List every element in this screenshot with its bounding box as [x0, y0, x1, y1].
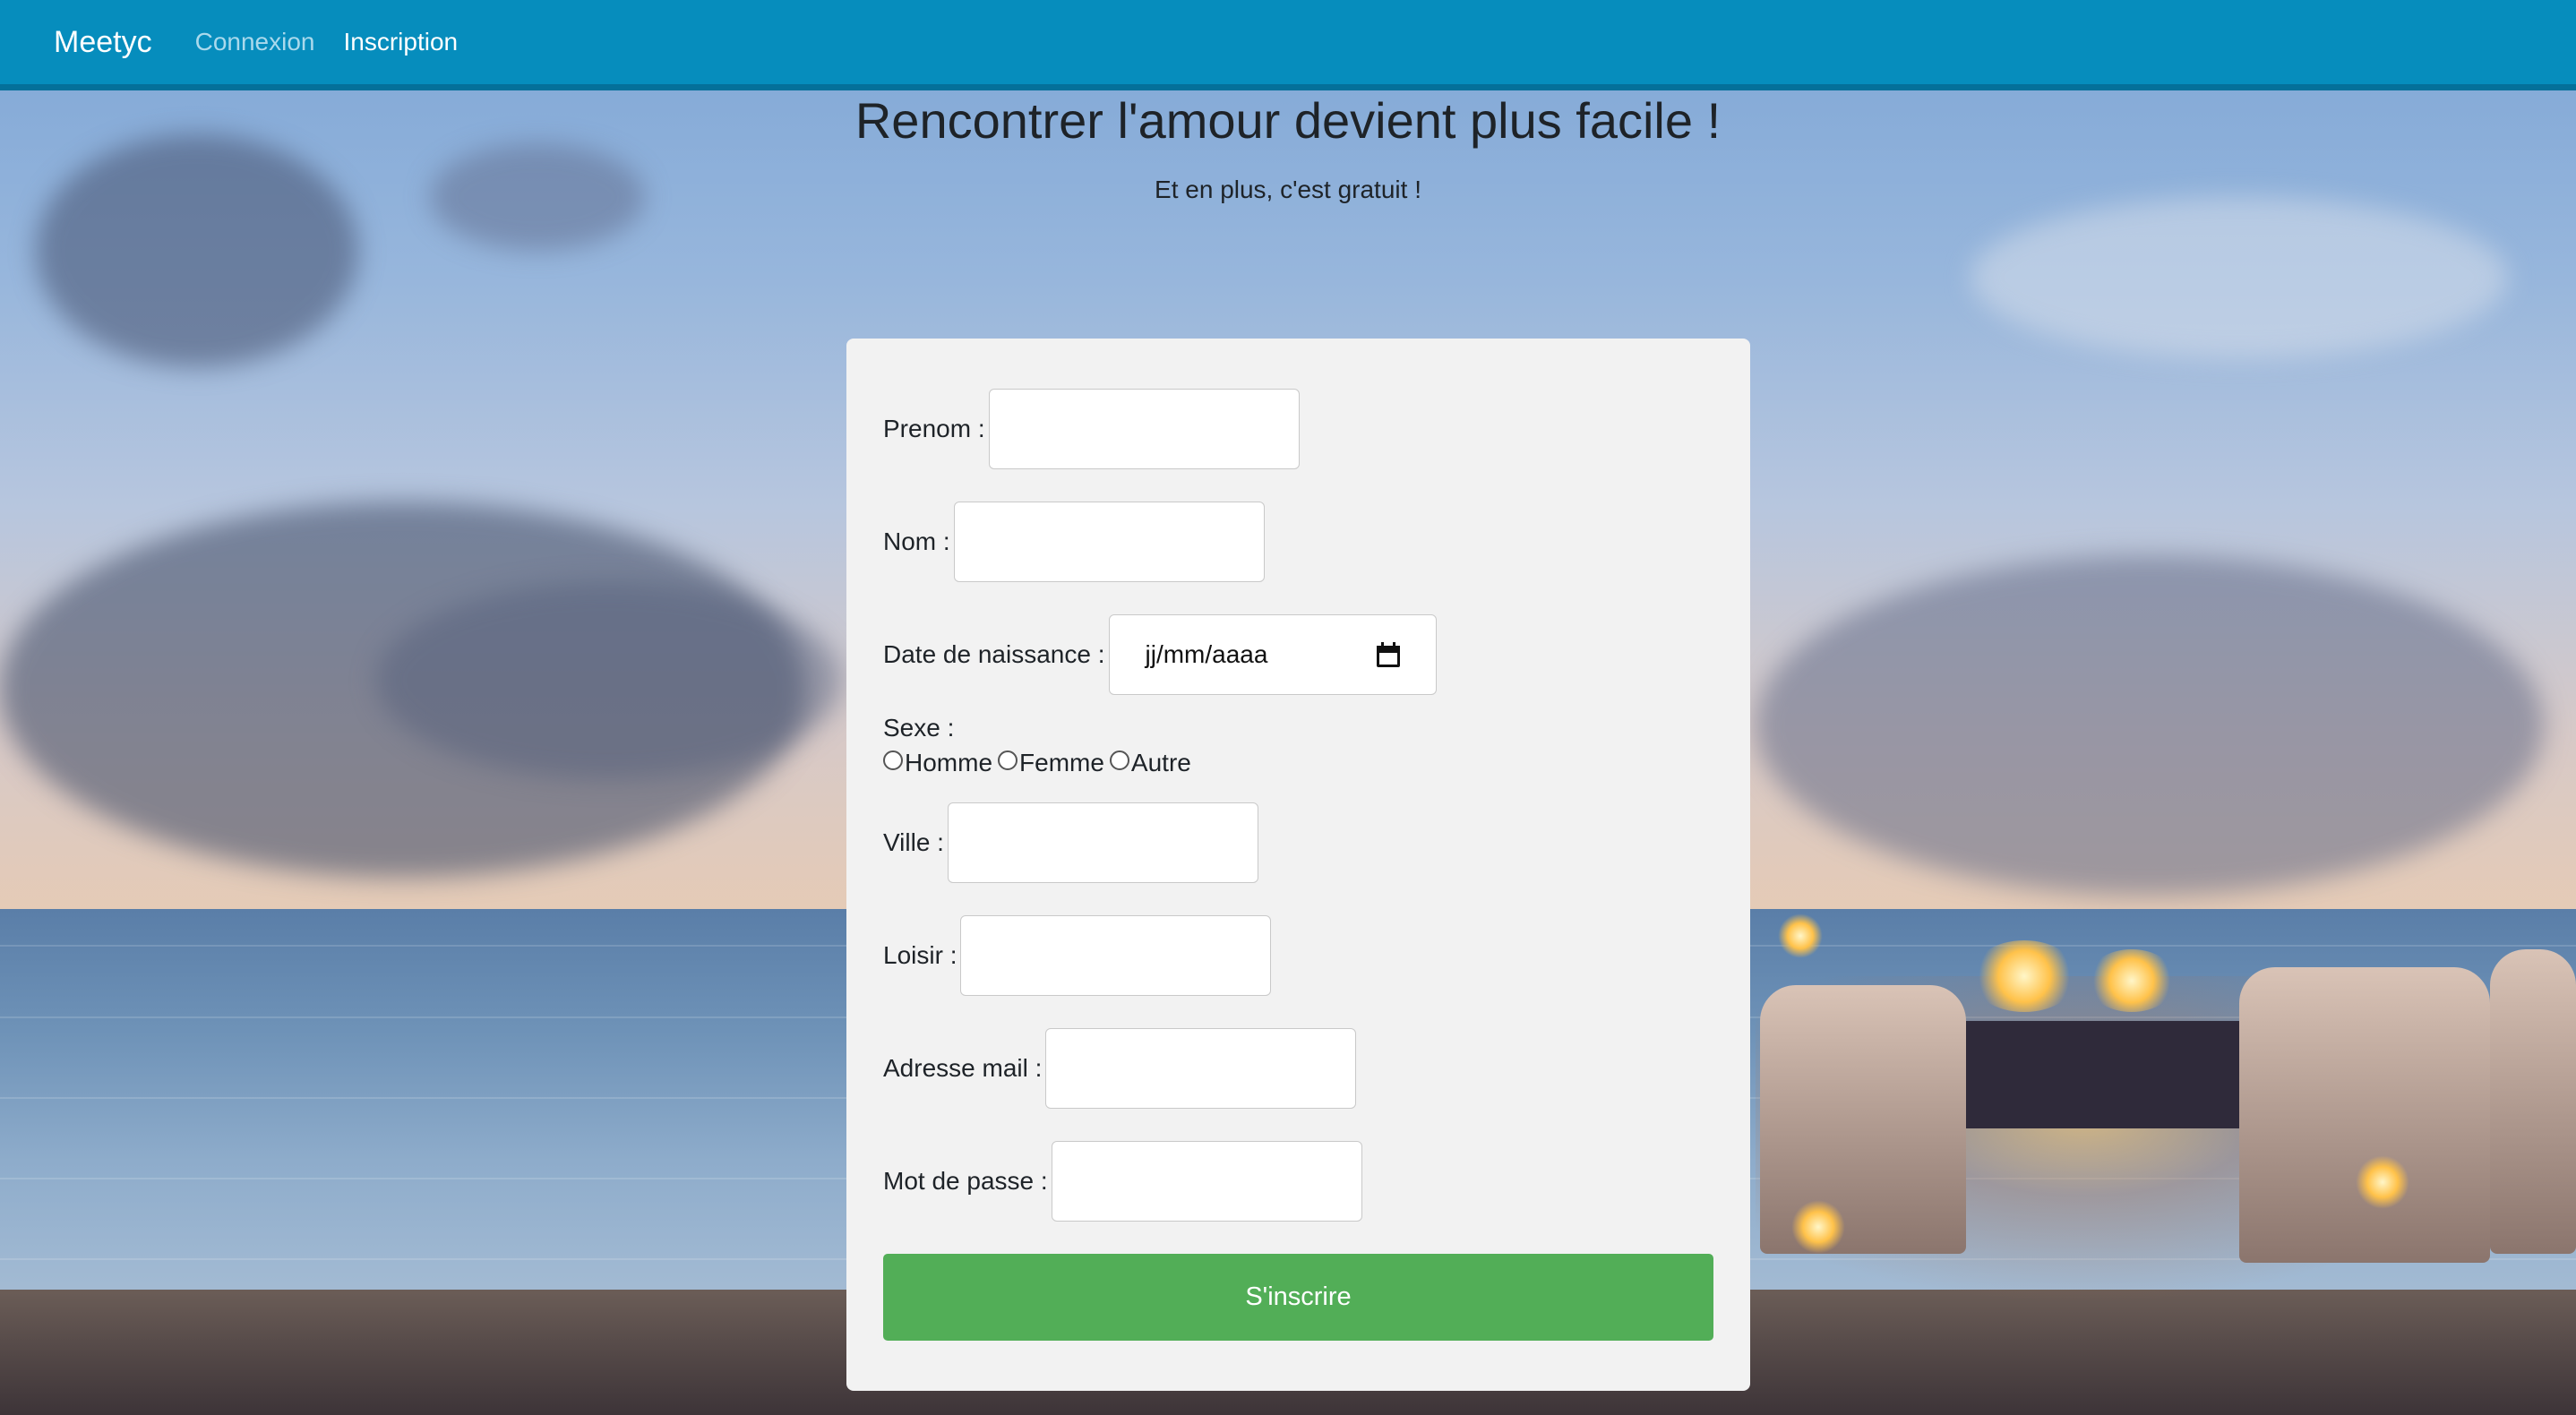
- nom-label: Nom :: [883, 527, 950, 555]
- nav-link-inscription[interactable]: Inscription: [343, 28, 458, 56]
- radio-option-homme[interactable]: Homme: [883, 749, 992, 777]
- nom-input[interactable]: [953, 502, 1265, 582]
- radio-homme[interactable]: [883, 750, 903, 770]
- cloud: [376, 582, 842, 779]
- cloud: [36, 134, 358, 367]
- radio-label-homme: Homme: [905, 749, 993, 776]
- password-row: Mot de passe :: [883, 1141, 1362, 1222]
- candle-light: [1971, 940, 2078, 1012]
- page-title: Rencontrer l'amour devient plus facile !: [854, 92, 1722, 149]
- navbar: Meetyc Connexion Inscription: [0, 0, 2576, 90]
- password-label: Mot de passe :: [883, 1167, 1048, 1195]
- prenom-label: Prenom :: [883, 415, 985, 442]
- prenom-row: Prenom :: [883, 389, 1300, 469]
- loisir-row: Loisir :: [883, 915, 1272, 996]
- loisir-label: Loisir :: [883, 941, 957, 969]
- mail-label: Adresse mail :: [883, 1054, 1043, 1082]
- cloud: [1971, 197, 2508, 358]
- email-input[interactable]: [1045, 1028, 1357, 1109]
- chair: [2239, 967, 2490, 1263]
- nom-row: Nom :: [883, 502, 1265, 582]
- ville-input[interactable]: [947, 802, 1258, 883]
- radio-label-autre: Autre: [1130, 749, 1191, 776]
- prenom-input[interactable]: [988, 389, 1300, 469]
- submit-button[interactable]: S'inscrire: [883, 1254, 1713, 1341]
- ville-label: Ville :: [883, 828, 944, 856]
- sexe-label: Sexe :: [883, 714, 955, 742]
- cloud: [1756, 555, 2544, 896]
- date-placeholder: jj/mm/aaaa: [1145, 640, 1268, 668]
- radio-option-autre[interactable]: Autre: [1109, 749, 1191, 777]
- radio-femme[interactable]: [998, 750, 1018, 770]
- candle-light: [1778, 913, 1823, 958]
- candle-light: [2356, 1155, 2409, 1209]
- candle-light: [1791, 1200, 1845, 1254]
- radio-label-femme: Femme: [1019, 749, 1104, 776]
- date-label: Date de naissance :: [883, 640, 1105, 668]
- chair: [2490, 949, 2576, 1254]
- nav-link-connexion[interactable]: Connexion: [195, 28, 315, 56]
- password-input[interactable]: [1051, 1141, 1362, 1222]
- brand-link[interactable]: Meetyc: [54, 25, 152, 60]
- calendar-icon[interactable]: [1376, 642, 1400, 667]
- date-input[interactable]: jj/mm/aaaa: [1108, 614, 1437, 695]
- page-subtitle: Et en plus, c'est gratuit !: [1155, 176, 1421, 203]
- ville-row: Ville :: [883, 802, 1258, 883]
- date-row: Date de naissance : jj/mm/aaaa: [883, 614, 1437, 695]
- radio-autre[interactable]: [1109, 750, 1129, 770]
- registration-form: Prenom : Nom : Date de naissance : jj/mm…: [846, 339, 1750, 1391]
- mail-row: Adresse mail :: [883, 1028, 1357, 1109]
- radio-option-femme[interactable]: Femme: [998, 749, 1104, 777]
- chair: [1760, 985, 1966, 1254]
- candle-light: [2087, 949, 2177, 1012]
- loisir-input[interactable]: [960, 915, 1272, 996]
- sexe-radio-group: Homme Femme Autre: [883, 749, 1197, 777]
